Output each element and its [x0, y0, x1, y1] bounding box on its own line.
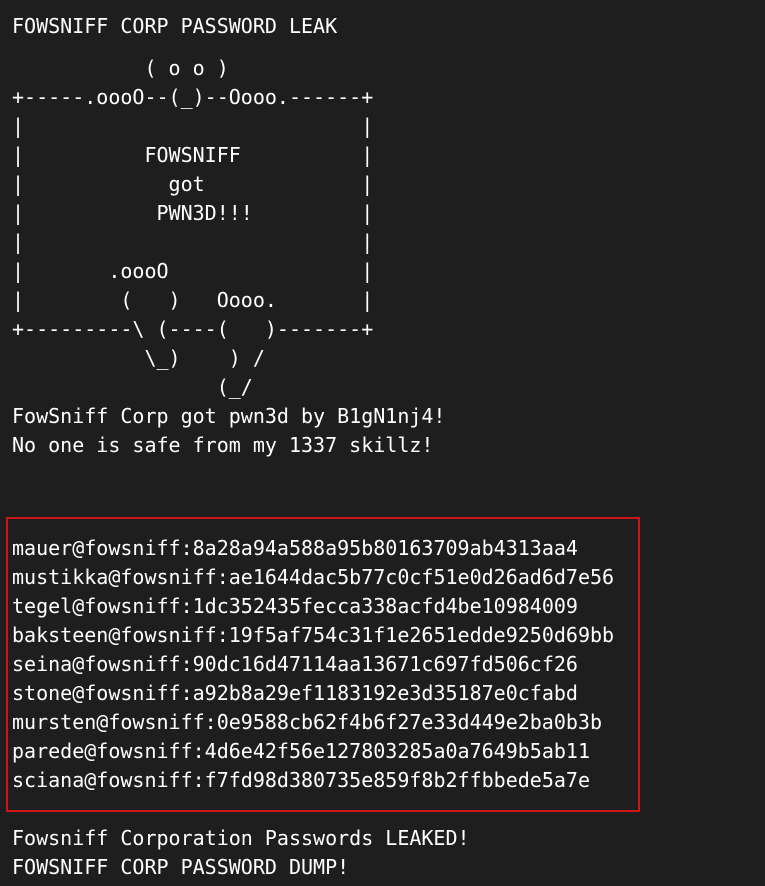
footer-messages: Fowsniff Corporation Passwords LEAKED! F… [12, 824, 470, 882]
page-title: FOWSNIFF CORP PASSWORD LEAK [12, 14, 338, 38]
taunt-line: No one is safe from my 1337 skillz! [12, 433, 434, 457]
credential-hash: 4d6e42f56e127803285a0a7649b5ab11 [204, 739, 590, 763]
credential-hash: f7fd98d380735e859f8b2ffbbede5a7e [204, 768, 590, 792]
credential-user: stone@fowsniff [12, 681, 181, 705]
credential-row: mauer@fowsniff:8a28a94a588a95b80163709ab… [12, 536, 578, 560]
credential-row: sciana@fowsniff:f7fd98d380735e859f8b2ffb… [12, 768, 590, 792]
credential-row: tegel@fowsniff:1dc352435fecca338acfd4be1… [12, 594, 578, 618]
ascii-art-line: | | [12, 230, 374, 254]
credential-row: baksteen@fowsniff:19f5af754c31f1e2651edd… [12, 623, 615, 647]
credential-user: tegel@fowsniff [12, 594, 181, 618]
ascii-art-line: | PWN3D!!! | [12, 201, 374, 225]
credential-user: mustikka@fowsniff [12, 565, 217, 589]
ascii-art-line: | ( ) Oooo. | [12, 288, 374, 312]
ascii-art-line: \_) ) / [12, 346, 265, 370]
credential-row: stone@fowsniff:a92b8a29ef1183192e3d35187… [12, 681, 578, 705]
ascii-art-line: (_/ [12, 375, 253, 399]
credential-hash: a92b8a29ef1183192e3d35187e0cfabd [192, 681, 578, 705]
credential-user: baksteen@fowsniff [12, 623, 217, 647]
ascii-art-line: +-----.oooO--(_)--Oooo.------+ [12, 85, 374, 109]
ascii-art: ''~`` ( o o ) +-----.oooO--(_)--Oooo.---… [12, 39, 757, 402]
credential-row: seina@fowsniff:90dc16d47114aa13671c697fd… [12, 652, 578, 676]
credential-list: mauer@fowsniff:8a28a94a588a95b80163709ab… [12, 534, 614, 795]
credential-user: parede@fowsniff [12, 739, 193, 763]
credential-hash: 1dc352435fecca338acfd4be10984009 [192, 594, 578, 618]
terminal-output: FOWSNIFF CORP PASSWORD LEAK ''~`` ( o o … [12, 0, 757, 460]
ascii-art-line: | .oooO | [12, 259, 374, 283]
credential-row: parede@fowsniff:4d6e42f56e127803285a0a76… [12, 739, 590, 763]
credential-hash: 8a28a94a588a95b80163709ab4313aa4 [192, 536, 578, 560]
ascii-art-line: | got | [12, 172, 374, 196]
credential-user: sciana@fowsniff [12, 768, 193, 792]
ascii-art-line: | FOWSNIFF | [12, 143, 374, 167]
ascii-art-line: +---------\ (----( )-------+ [12, 317, 374, 341]
footer-line: Fowsniff Corporation Passwords LEAKED! [12, 826, 470, 850]
ascii-art-line: ''~`` [12, 39, 216, 52]
taunt-line: FowSniff Corp got pwn3d by B1gN1nj4! [12, 404, 446, 428]
credential-user: mursten@fowsniff [12, 710, 205, 734]
ascii-art-clipped-line: ''~`` [12, 39, 757, 54]
credential-row: mustikka@fowsniff:ae1644dac5b77c0cf51e0d… [12, 565, 615, 589]
credential-hash: ae1644dac5b77c0cf51e0d26ad6d7e56 [228, 565, 615, 589]
credential-user: seina@fowsniff [12, 652, 181, 676]
credential-hash: 19f5af754c31f1e2651edde9250d69bb [228, 623, 615, 647]
credential-hash: 0e9588cb62f4b6f27e33d449e2ba0b3b [216, 710, 603, 734]
credential-hash: 90dc16d47114aa13671c697fd506cf26 [192, 652, 578, 676]
credential-user: mauer@fowsniff [12, 536, 181, 560]
footer-line: FOWSNIFF CORP PASSWORD DUMP! [12, 855, 350, 879]
ascii-art-line: | | [12, 114, 374, 138]
ascii-art-line: ( o o ) [12, 56, 229, 80]
credential-row: mursten@fowsniff:0e9588cb62f4b6f27e33d44… [12, 710, 603, 734]
